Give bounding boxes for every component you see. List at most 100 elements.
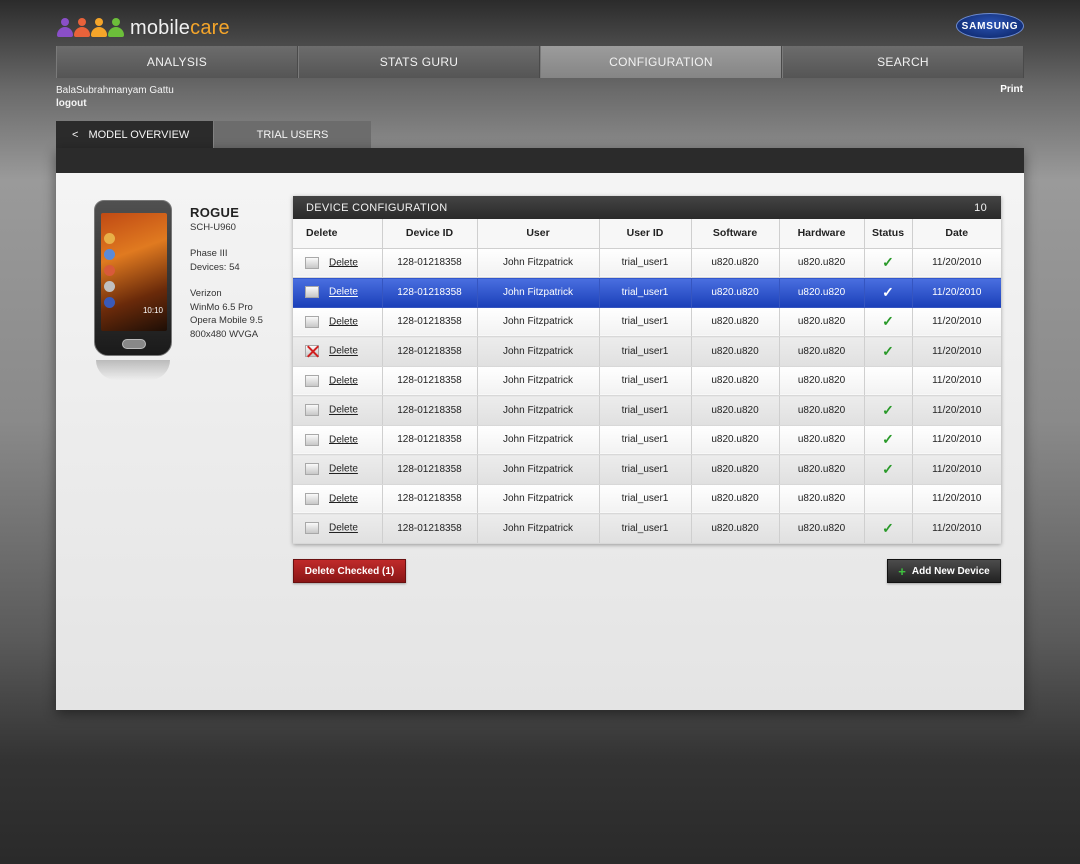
user-cell: John Fitzpatrick: [477, 425, 600, 455]
delete-link[interactable]: Delete: [329, 434, 358, 445]
device-id-cell: 128-01218358: [382, 366, 478, 396]
app-logo[interactable]: mobilecare: [57, 14, 230, 42]
delete-link[interactable]: Delete: [329, 375, 358, 386]
nav-analysis[interactable]: ANALYSIS: [56, 46, 298, 78]
delete-link[interactable]: Delete: [329, 287, 358, 298]
user-id-cell: trial_user1: [599, 366, 692, 396]
row-checkbox[interactable]: [305, 463, 319, 476]
device-config-table: DEVICE CONFIGURATION 10 Delete Device ID…: [293, 196, 1001, 544]
col-software[interactable]: Software: [691, 219, 780, 249]
tab-model-overview[interactable]: < MODEL OVERVIEW: [56, 121, 213, 148]
row-checkbox[interactable]: [305, 345, 319, 358]
user-name: BalaSubrahmanyam Gattu: [56, 85, 174, 96]
status-cell: ✓: [864, 513, 913, 544]
nav-search[interactable]: SEARCH: [782, 46, 1024, 78]
software-cell: u820.u820: [691, 513, 780, 544]
software-cell: u820.u820: [691, 248, 780, 278]
delete-link[interactable]: Delete: [329, 493, 358, 504]
user-cell: John Fitzpatrick: [477, 277, 600, 308]
sub-tabs: < MODEL OVERVIEW TRIAL USERS: [56, 121, 372, 148]
device-details: ROGUE SCH-U960 Phase III Devices: 54 Ver…: [190, 206, 263, 341]
status-cell: ✓: [864, 425, 913, 455]
people-logo-icon: [57, 18, 124, 38]
col-user-id[interactable]: User ID: [599, 219, 692, 249]
table-row[interactable]: Delete 128-01218358 John Fitzpatrick trial_…: [293, 366, 1001, 396]
delete-cell: Delete: [293, 277, 383, 308]
col-date[interactable]: Date: [912, 219, 1001, 249]
tab-trial-users[interactable]: TRIAL USERS: [214, 121, 371, 148]
software-cell: u820.u820: [691, 277, 780, 308]
delete-link[interactable]: Delete: [329, 346, 358, 357]
delete-cell: Delete: [293, 484, 383, 514]
nav-configuration[interactable]: CONFIGURATION: [540, 46, 782, 78]
delete-link[interactable]: Delete: [329, 316, 358, 327]
col-user[interactable]: User: [477, 219, 600, 249]
row-checkbox[interactable]: [305, 315, 319, 328]
delete-cell: Delete: [293, 454, 383, 485]
delete-cell: Delete: [293, 425, 383, 455]
date-cell: 11/20/2010: [912, 336, 1001, 367]
date-cell: 11/20/2010: [912, 248, 1001, 278]
row-count: 10: [974, 201, 987, 214]
device-os: WinMo 6.5 Pro: [190, 301, 253, 313]
col-delete[interactable]: Delete: [293, 219, 383, 249]
table-row[interactable]: Delete 128-01218358 John Fitzpatrick trial_…: [293, 307, 1001, 337]
table-row[interactable]: Delete 128-01218358 John Fitzpatrick trial_…: [293, 484, 1001, 514]
row-checkbox[interactable]: [305, 522, 319, 535]
status-check-icon: ✓: [882, 313, 894, 330]
col-hardware[interactable]: Hardware: [779, 219, 865, 249]
row-checkbox[interactable]: [305, 404, 319, 417]
delete-link[interactable]: Delete: [329, 257, 358, 268]
delete-link[interactable]: Delete: [329, 464, 358, 475]
user-id-cell: trial_user1: [599, 277, 692, 308]
user-cell: John Fitzpatrick: [477, 248, 600, 278]
status-cell: [864, 366, 913, 396]
col-status[interactable]: Status: [864, 219, 913, 249]
status-check-icon: ✓: [882, 431, 894, 448]
hardware-cell: u820.u820: [779, 484, 865, 514]
delete-link[interactable]: Delete: [329, 405, 358, 416]
row-checkbox[interactable]: [305, 492, 319, 505]
col-device-id[interactable]: Device ID: [382, 219, 478, 249]
print-link[interactable]: Print: [1000, 84, 1023, 95]
chevron-left-icon: <: [72, 128, 79, 141]
user-cell: John Fitzpatrick: [477, 307, 600, 337]
row-checkbox[interactable]: [305, 433, 319, 446]
date-cell: 11/20/2010: [912, 425, 1001, 455]
device-id-cell: 128-01218358: [382, 307, 478, 337]
table-row[interactable]: Delete 128-01218358 John Fitzpatrick trial_…: [293, 454, 1001, 485]
device-id-cell: 128-01218358: [382, 248, 478, 278]
device-id-cell: 128-01218358: [382, 513, 478, 544]
table-row[interactable]: Delete 128-01218358 John Fitzpatrick trial_…: [293, 513, 1001, 544]
delete-checked-button[interactable]: Delete Checked (1): [293, 559, 406, 583]
table-row[interactable]: Delete 128-01218358 John Fitzpatrick trial_…: [293, 277, 1001, 308]
table-row[interactable]: Delete 128-01218358 John Fitzpatrick trial_…: [293, 395, 1001, 426]
status-check-icon: ✓: [882, 519, 894, 536]
row-checkbox[interactable]: [305, 256, 319, 269]
status-check-icon: ✓: [882, 460, 894, 477]
delete-cell: Delete: [293, 366, 383, 396]
status-cell: ✓: [864, 336, 913, 367]
user-cell: John Fitzpatrick: [477, 513, 600, 544]
software-cell: u820.u820: [691, 425, 780, 455]
table-row[interactable]: Delete 128-01218358 John Fitzpatrick trial_…: [293, 336, 1001, 367]
main-panel: 10:10 ROGUE SCH-U960 Phase III Devices: …: [56, 148, 1024, 710]
date-cell: 11/20/2010: [912, 277, 1001, 308]
nav-stats-guru[interactable]: STATS GURU: [298, 46, 540, 78]
hardware-cell: u820.u820: [779, 513, 865, 544]
table-row[interactable]: Delete 128-01218358 John Fitzpatrick trial_…: [293, 248, 1001, 278]
row-checkbox[interactable]: [305, 286, 319, 299]
hardware-cell: u820.u820: [779, 454, 865, 485]
row-checkbox[interactable]: [305, 374, 319, 387]
hardware-cell: u820.u820: [779, 336, 865, 367]
user-id-cell: trial_user1: [599, 513, 692, 544]
status-cell: [864, 484, 913, 514]
add-new-device-button[interactable]: + Add New Device: [887, 559, 1001, 583]
device-browser: Opera Mobile 9.5: [190, 315, 263, 326]
logout-link[interactable]: logout: [56, 97, 174, 110]
plus-icon: +: [898, 563, 906, 579]
status-cell: ✓: [864, 248, 913, 278]
table-row[interactable]: Delete 128-01218358 John Fitzpatrick trial_…: [293, 425, 1001, 455]
delete-cell: Delete: [293, 513, 383, 544]
delete-link[interactable]: Delete: [329, 523, 358, 534]
